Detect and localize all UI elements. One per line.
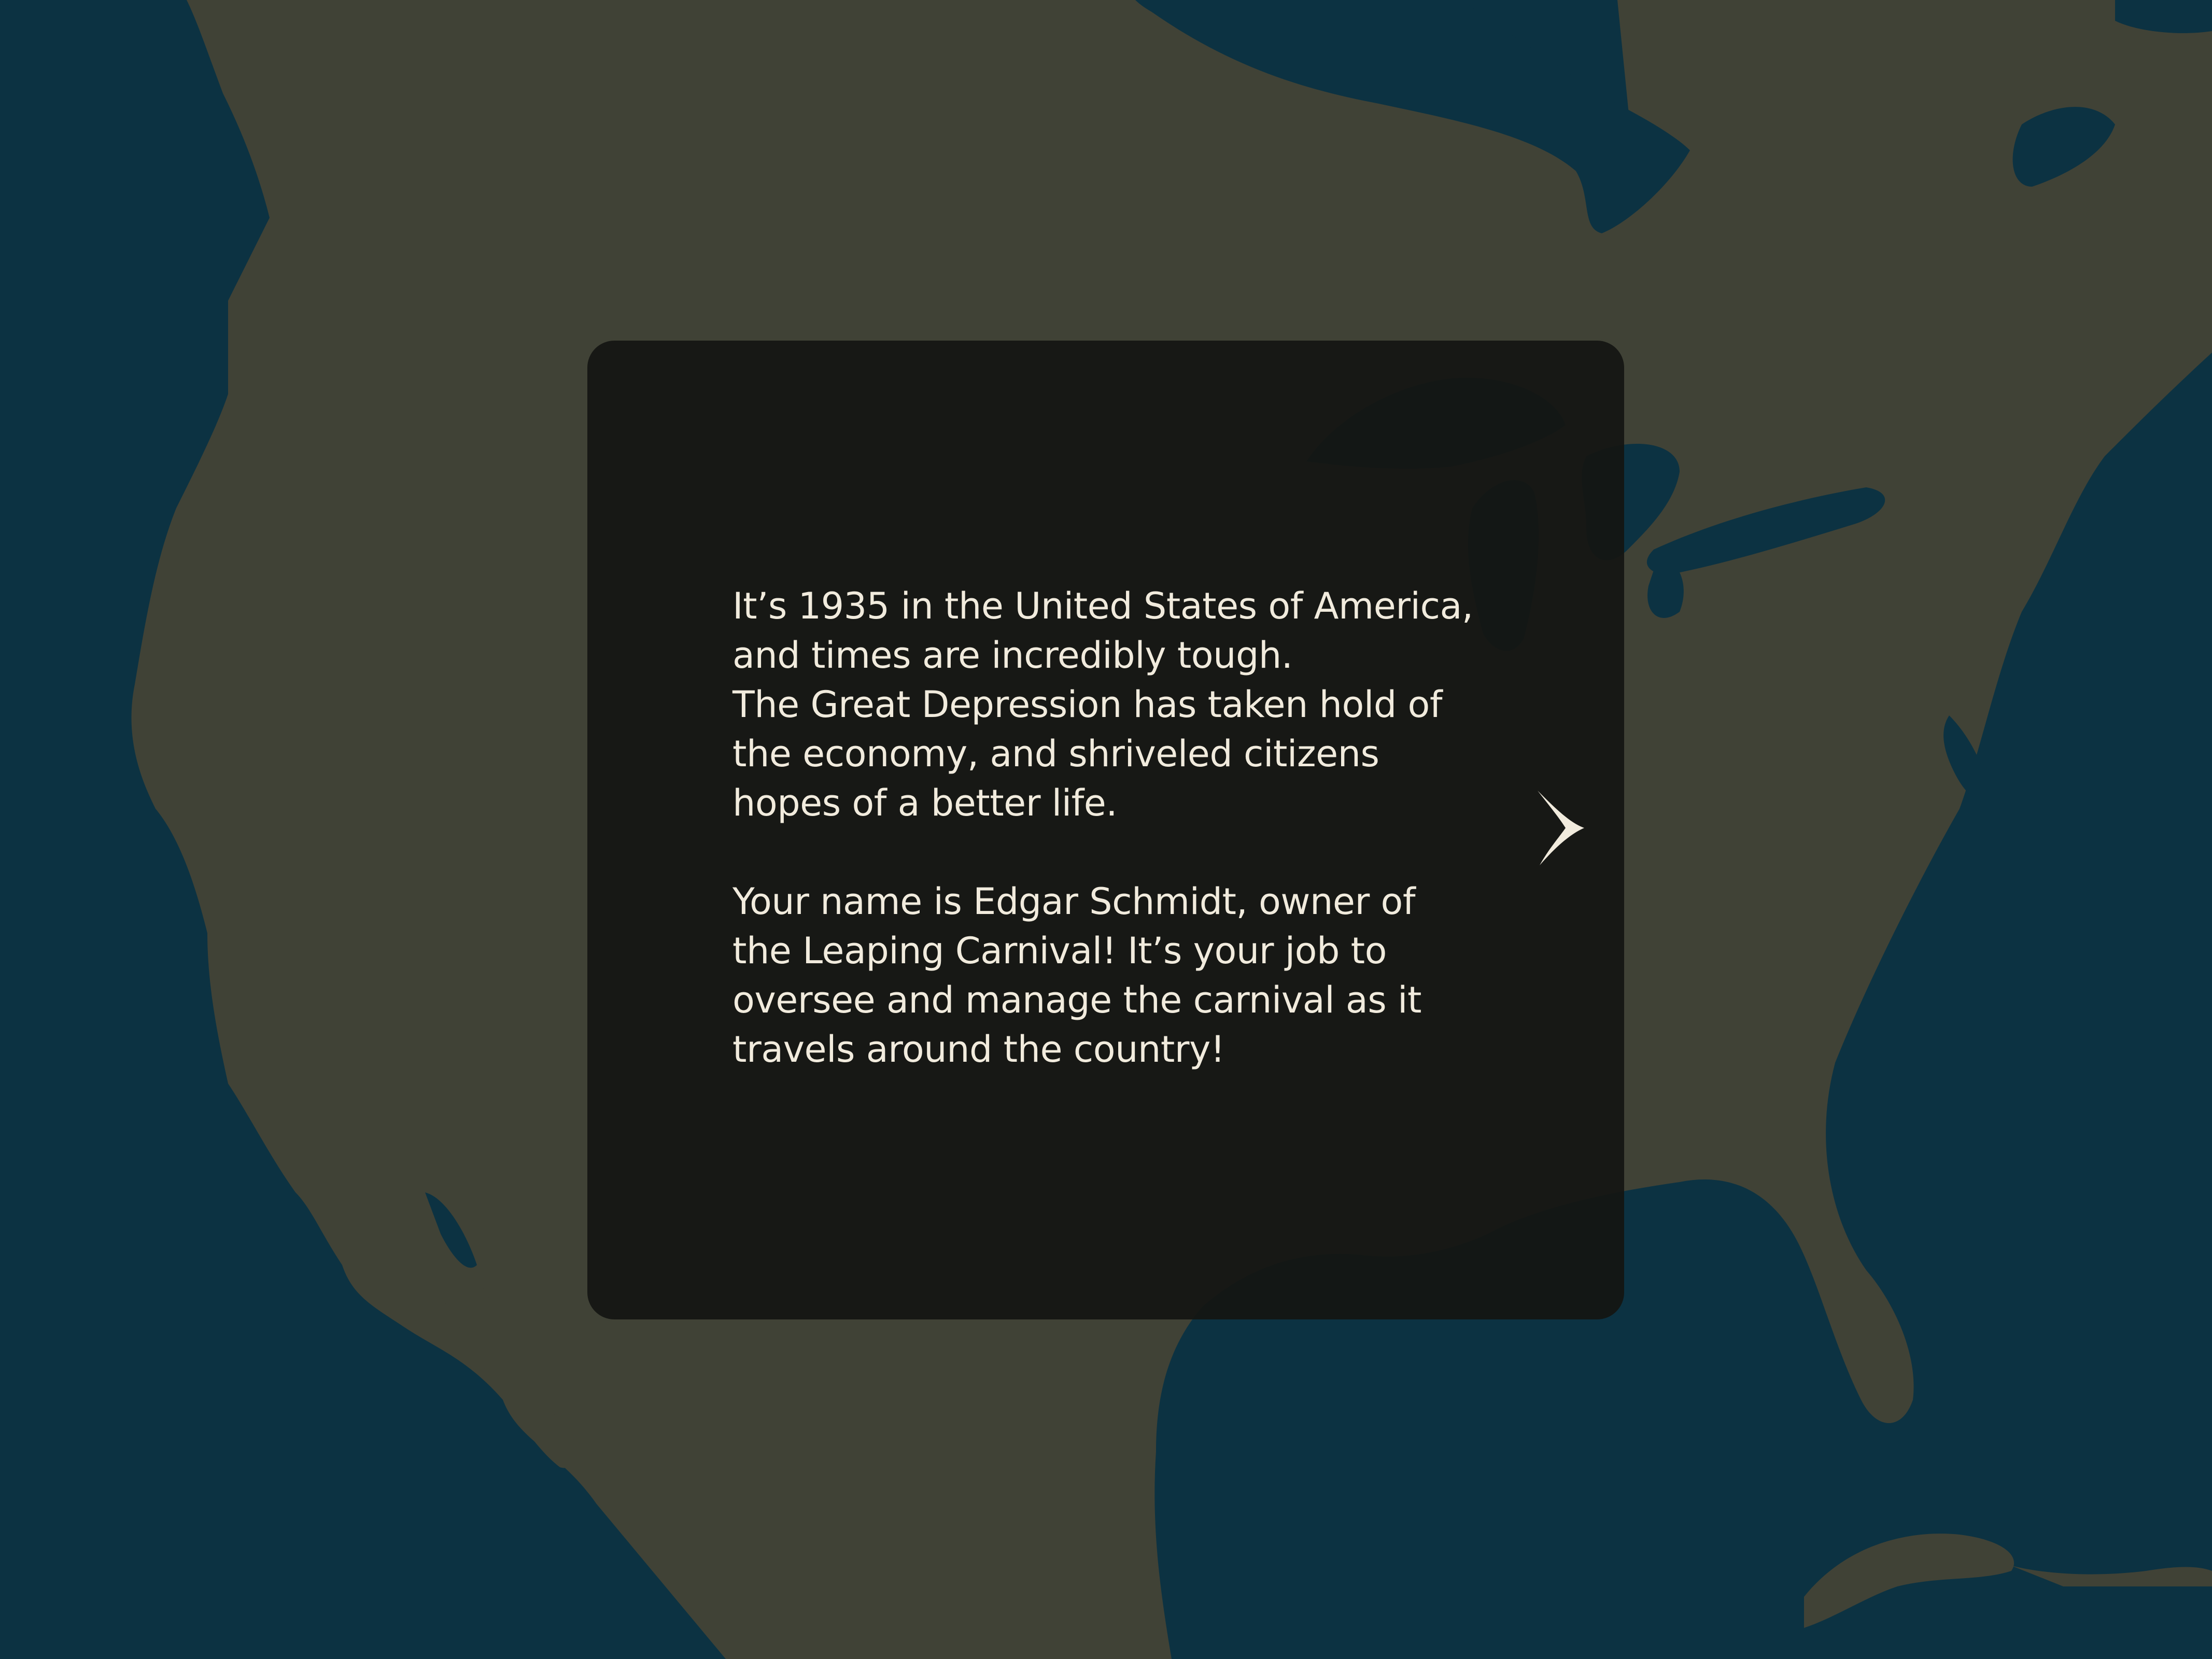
story-line: It’s 1935 in the United States of Americ… (732, 585, 1473, 627)
story-line: the economy, and shriveled citizens (732, 733, 1379, 775)
story-line: oversee and manage the carnival as it (732, 979, 1421, 1021)
intro-paragraph-1: It’s 1935 in the United States of Americ… (732, 582, 1541, 828)
intro-paragraph-2: Your name is Edgar Schmidt, owner of the… (732, 877, 1541, 1074)
intro-dialog: It’s 1935 in the United States of Americ… (587, 341, 1624, 1319)
story-line: Your name is Edgar Schmidt, owner of (732, 880, 1415, 923)
game-screen: It’s 1935 in the United States of Americ… (0, 0, 2212, 1659)
story-line: the Leaping Carnival! It’s your job to (732, 930, 1387, 972)
story-line: hopes of a better life. (732, 782, 1118, 824)
story-line: The Great Depression has taken hold of (732, 683, 1442, 726)
caribbean-island (1804, 1534, 2212, 1628)
story-line: travels around the country! (732, 1028, 1225, 1071)
chevron-right-icon (1538, 791, 1584, 865)
intro-story-text: It’s 1935 in the United States of Americ… (732, 582, 1541, 1074)
next-button[interactable] (1533, 786, 1590, 869)
story-line: and times are incredibly tough. (732, 634, 1293, 677)
